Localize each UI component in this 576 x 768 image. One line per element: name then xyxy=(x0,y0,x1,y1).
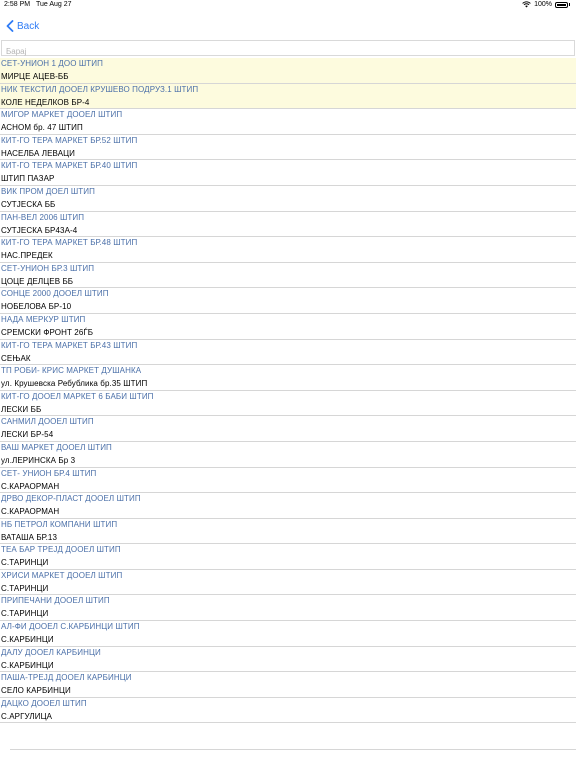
list-item-address: НАС.ПРЕДЕК xyxy=(1,251,53,261)
list-item-address: СЕЛО КАРБИНЦИ xyxy=(1,686,71,696)
list-item-address: СРЕМСКИ ФРОНТ 26ЃБ xyxy=(1,327,94,337)
list-item[interactable]: НБ ПЕТРОЛ КОМПАНИ ШТИП ВАТАША БР.13 xyxy=(0,519,576,545)
list-item-address: ЦОЦЕ ДЕЛЦЕВ ББ xyxy=(1,276,74,286)
list-item[interactable]: ДАЦКО ДООЕЛ ШТИП С.АРГУЛИЦА xyxy=(0,698,576,724)
list-item-address: НАСЕЛБА ЛЕВАЦИ xyxy=(1,148,75,158)
battery-percent: 100% xyxy=(534,1,552,8)
list-item-name: ДАЛУ ДООЕЛ КАРБИНЦИ xyxy=(1,647,101,657)
list-item-address: С.ТАРИНЦИ xyxy=(1,583,49,593)
list-item[interactable]: НАДА МЕРКУР ШТИП СРЕМСКИ ФРОНТ 26ЃБ xyxy=(0,314,576,340)
list-item-name: КИТ-ГО ТЕРА МАРКЕТ БР.43 ШТИП xyxy=(1,340,138,350)
list-item-address: С.ТАРИНЦИ xyxy=(1,609,49,619)
list-item-address: ул. Крушевска Ребублика бр.35 ШТИП xyxy=(1,379,148,389)
list-item-name: ВИК ПРОМ ДОЕЛ ШТИП xyxy=(1,186,95,196)
customer-list: СЕТ-УНИОН 1 ДОО ШТИП МИРЦЕ АЦЕВ-ББ НИК ТЕК… xyxy=(0,58,576,724)
list-item[interactable]: КИТ-ГО ТЕРА МАРКЕТ БР.40 ШТИП ШТИП ПАЗАР xyxy=(0,160,576,186)
list-item[interactable]: ВИК ПРОМ ДОЕЛ ШТИП СУТЈЕСКА ББ xyxy=(0,186,576,212)
status-indicators: 100% xyxy=(522,1,570,8)
list-item[interactable]: ХРИСИ МАРКЕТ ДООЕЛ ШТИП С.ТАРИНЦИ xyxy=(0,570,576,596)
list-item-name: КИТ-ГО ТЕРА МАРКЕТ БР.48 ШТИП xyxy=(1,238,138,248)
list-item-address: МИРЦЕ АЦЕВ-ББ xyxy=(1,72,69,81)
list-item[interactable]: НИК ТЕКСТИЛ ДООЕЛ КРУШЕВО ПОДРУЗ.1 ШТИП К… xyxy=(0,83,576,110)
list-item-name: МИГОР МАРКЕТ ДООЕЛ ШТИП xyxy=(1,110,123,120)
list-item-name: АЛ-ФИ ДООЕЛ С.КАРБИНЦИ ШТИП xyxy=(1,622,140,632)
status-date: Tue Aug 27 xyxy=(36,1,72,8)
list-item[interactable]: СЕТ-УНИОН БР.3 ШТИП ЦОЦЕ ДЕЛЦЕВ ББ xyxy=(0,263,576,289)
list-item[interactable]: СЕТ-УНИОН 1 ДОО ШТИП МИРЦЕ АЦЕВ-ББ xyxy=(0,58,576,84)
list-item-address: АСНОМ бр. 47 ШТИП xyxy=(1,123,83,133)
list-item-address: ЛЕСКИ ББ xyxy=(1,404,42,414)
list-item[interactable]: КИТ-ГО ТЕРА МАРКЕТ БР.43 ШТИП СЕЊАК xyxy=(0,340,576,366)
chevron-left-icon xyxy=(6,20,14,32)
list-item-address: С.АРГУЛИЦА xyxy=(1,711,53,721)
list-item-address: С.КАРАОРМАН xyxy=(1,481,60,491)
list-item-address: ЛЕСКИ БР-54 xyxy=(1,430,54,440)
list-item-address: СУТЈЕСКА ББ xyxy=(1,199,56,209)
list-item-name: ДРВО ДЕКОР-ПЛАСТ ДООЕЛ ШТИП xyxy=(1,494,141,504)
list-item-address: СЕЊАК xyxy=(1,353,31,363)
list-item-address: НОБЕЛОВА БР-10 xyxy=(1,302,72,312)
list-item[interactable]: ДРВО ДЕКОР-ПЛАСТ ДООЕЛ ШТИП С.КАРАОРМАН xyxy=(0,493,576,519)
back-button[interactable]: Back xyxy=(6,18,39,34)
back-label: Back xyxy=(17,20,40,32)
list-item-name: НБ ПЕТРОЛ КОМПАНИ ШТИП xyxy=(1,519,118,529)
list-item-name: ПРИПЕЧАНИ ДООЕЛ ШТИП xyxy=(1,596,110,606)
list-item[interactable]: ПРИПЕЧАНИ ДООЕЛ ШТИП С.ТАРИНЦИ xyxy=(0,595,576,622)
list-item-name: ТП РОБИ- КРИС МАРКЕТ ДУШАНКА xyxy=(1,366,142,376)
status-time: 2:58 PM xyxy=(4,1,31,8)
list-item-name: ПАН-ВЕЛ 2006 ШТИП xyxy=(1,212,85,222)
list-item-name: ПАША-ТРЕЈД ДООЕЛ КАРБИНЦИ xyxy=(1,673,132,683)
search-input[interactable] xyxy=(2,44,574,59)
list-item-address: ул.ЛЕРИНСКА Бр 3 xyxy=(1,455,76,465)
list-item-address: СУТЈЕСКА БР43А-4 xyxy=(1,225,78,235)
list-item-address: ШТИП ПАЗАР xyxy=(1,174,55,184)
list-item-name: КИТ-ГО ТЕРА МАРКЕТ БР.40 ШТИП xyxy=(1,161,138,171)
list-item-name: КИТ-ГО ТЕРА МАРКЕТ БР.52 ШТИП xyxy=(1,135,138,145)
battery-icon xyxy=(555,1,568,8)
list-item-name: СЕТ- УНИОН БР.4 ШТИП xyxy=(1,468,97,478)
list-bottom-divider xyxy=(10,749,576,750)
list-item-address: С.ТАРИНЦИ xyxy=(1,558,49,568)
wifi-icon xyxy=(522,1,531,8)
list-item[interactable]: ПАН-ВЕЛ 2006 ШТИП СУТЈЕСКА БР43А-4 xyxy=(0,212,576,238)
list-item-name: СЕТ-УНИОН 1 ДОО ШТИП xyxy=(1,59,103,68)
list-item[interactable]: КИТ-ГО ДООЕЛ МАРКЕТ 6 БАБИ ШТИП ЛЕСКИ ББ xyxy=(0,391,576,417)
list-item-name: КИТ-ГО ДООЕЛ МАРКЕТ 6 БАБИ ШТИП xyxy=(1,391,154,401)
list-item-address: КОЛЕ НЕДЕЛКОВ БР-4 xyxy=(1,97,90,107)
list-item-name: СОНЦЕ 2000 ДООЕЛ ШТИП xyxy=(1,289,109,299)
navigation-bar: Back xyxy=(0,14,576,38)
list-item-address: С.КАРБИНЦИ xyxy=(1,660,54,670)
list-item[interactable]: АЛ-ФИ ДООЕЛ С.КАРБИНЦИ ШТИП С.КАРБИНЦИ xyxy=(0,621,576,647)
search-box[interactable] xyxy=(1,40,575,59)
list-item-name: ТЕА БАР ТРЕЈД ДООЕЛ ШТИП xyxy=(1,545,121,555)
list-item-name: ДАЦКО ДООЕЛ ШТИП xyxy=(1,698,87,708)
list-item[interactable]: ВАШ МАРКЕТ ДООЕЛ ШТИП ул.ЛЕРИНСКА Бр 3 xyxy=(0,442,576,468)
list-item-name: ВАШ МАРКЕТ ДООЕЛ ШТИП xyxy=(1,442,112,452)
list-item[interactable]: ТП РОБИ- КРИС МАРКЕТ ДУШАНКА ул. Крушевск… xyxy=(0,365,576,391)
battery-tip xyxy=(569,3,570,6)
list-item[interactable]: СЕТ- УНИОН БР.4 ШТИП С.КАРАОРМАН xyxy=(0,468,576,494)
list-item[interactable]: СОНЦЕ 2000 ДООЕЛ ШТИП НОБЕЛОВА БР-10 xyxy=(0,288,576,314)
list-item-address: С.КАРБИНЦИ xyxy=(1,635,54,645)
list-item[interactable]: ДАЛУ ДООЕЛ КАРБИНЦИ С.КАРБИНЦИ xyxy=(0,647,576,673)
status-bar: 2:58 PM Tue Aug 27 100% xyxy=(0,0,576,12)
list-item-address: ВАТАША БР.13 xyxy=(1,532,58,542)
list-item[interactable]: ПАША-ТРЕЈД ДООЕЛ КАРБИНЦИ СЕЛО КАРБИНЦИ xyxy=(0,672,576,698)
list-item-address: С.КАРАОРМАН xyxy=(1,507,60,517)
list-item[interactable]: КИТ-ГО ТЕРА МАРКЕТ БР.52 ШТИП НАСЕЛБА ЛЕВ… xyxy=(0,135,576,161)
list-item[interactable]: КИТ-ГО ТЕРА МАРКЕТ БР.48 ШТИП НАС.ПРЕДЕК xyxy=(0,237,576,263)
list-item-name: САНМИЛ ДООЕЛ ШТИП xyxy=(1,417,94,427)
list-item[interactable]: ТЕА БАР ТРЕЈД ДООЕЛ ШТИП С.ТАРИНЦИ xyxy=(0,544,576,570)
list-item-name: НИК ТЕКСТИЛ ДООЕЛ КРУШЕВО ПОДРУЗ.1 ШТИП xyxy=(1,84,199,94)
list-item-name: НАДА МЕРКУР ШТИП xyxy=(1,314,86,324)
list-item-name: ХРИСИ МАРКЕТ ДООЕЛ ШТИП xyxy=(1,570,123,580)
list-item[interactable]: САНМИЛ ДООЕЛ ШТИП ЛЕСКИ БР-54 xyxy=(0,416,576,442)
list-item[interactable]: МИГОР МАРКЕТ ДООЕЛ ШТИП АСНОМ бр. 47 ШТИП xyxy=(0,109,576,135)
list-item-name: СЕТ-УНИОН БР.3 ШТИП xyxy=(1,263,95,273)
